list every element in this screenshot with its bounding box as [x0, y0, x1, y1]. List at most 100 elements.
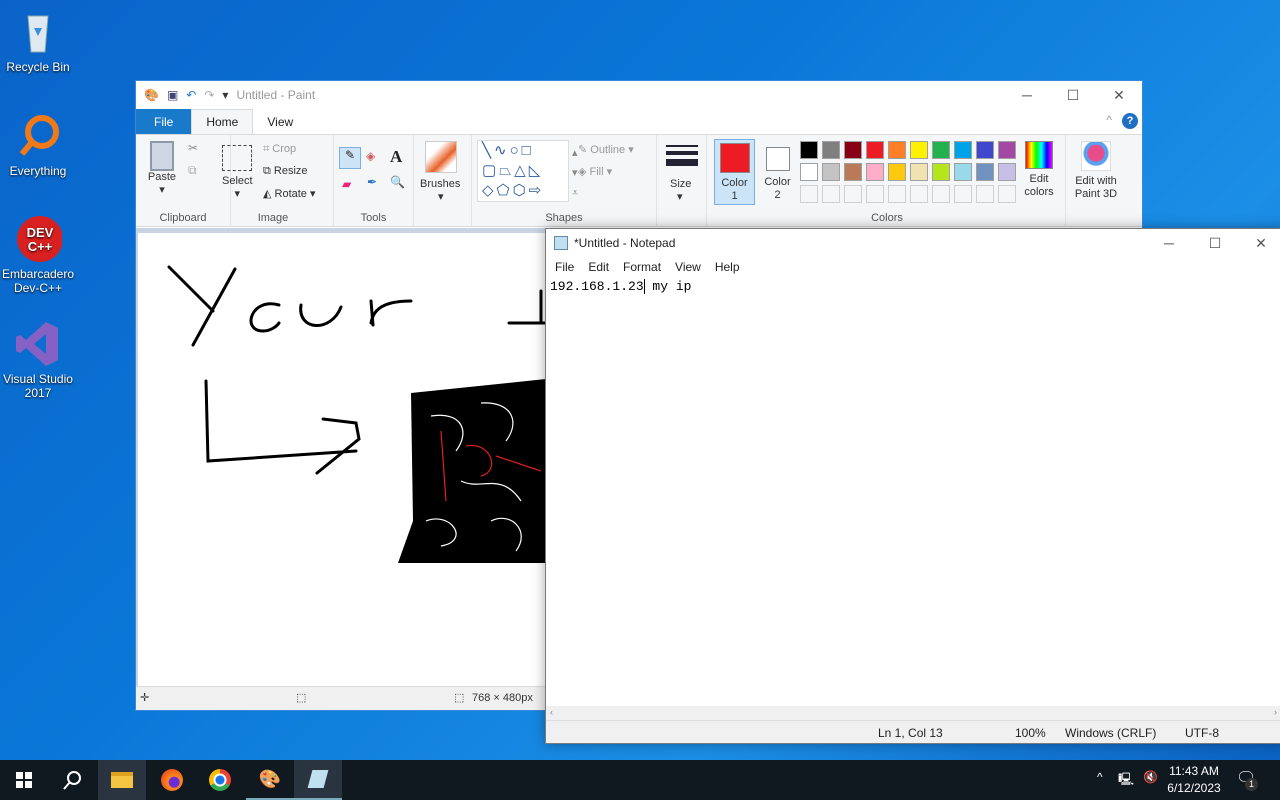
start-button[interactable] — [0, 760, 48, 800]
palette-swatch[interactable] — [910, 185, 928, 203]
fill-bucket-icon[interactable]: ◈ — [366, 149, 375, 163]
paste-button[interactable]: Paste ▾ — [146, 141, 178, 196]
palette-swatch[interactable] — [976, 163, 994, 181]
maximize-button[interactable]: ☐ — [1050, 81, 1096, 109]
rotate-button[interactable]: ◭ Rotate ▾ — [263, 187, 316, 200]
color2-button[interactable]: Color 2 — [757, 139, 798, 205]
eraser-icon[interactable]: ▰ — [342, 177, 351, 191]
color-spectrum-icon — [1025, 141, 1053, 169]
undo-icon[interactable]: ↶ — [186, 88, 196, 102]
notepad-minimize-button[interactable]: ─ — [1146, 229, 1192, 257]
tab-view[interactable]: View — [253, 109, 307, 134]
palette-swatch[interactable] — [954, 141, 972, 159]
color1-button[interactable]: Color 1 — [714, 139, 755, 205]
palette-swatch[interactable] — [954, 163, 972, 181]
magnifier-icon[interactable]: 🔍 — [390, 175, 405, 189]
tab-home[interactable]: Home — [191, 109, 254, 134]
pencil-icon[interactable]: ✎ — [339, 147, 361, 169]
palette-swatch[interactable] — [910, 141, 928, 159]
brushes-button[interactable]: Brushes ▾ — [414, 135, 472, 227]
customize-qat-icon[interactable]: ▾ — [222, 88, 228, 102]
paint-app-icon: 🎨 — [144, 88, 159, 102]
desktop-icon-devcpp[interactable]: DEV C++ Embarcadero Dev-C++ — [0, 215, 76, 295]
collapse-ribbon-icon[interactable]: ^ — [1106, 113, 1112, 127]
palette-swatch[interactable] — [866, 141, 884, 159]
clipboard-icon — [150, 141, 174, 171]
svg-text:C++: C++ — [28, 239, 53, 254]
palette-swatch[interactable] — [954, 185, 972, 203]
palette-swatch[interactable] — [910, 163, 928, 181]
crop-button[interactable]: ⌗ Crop — [263, 143, 296, 156]
chrome-button[interactable] — [196, 760, 244, 800]
show-hidden-icons-icon[interactable]: ^ — [1097, 770, 1103, 784]
palette-swatch[interactable] — [888, 141, 906, 159]
notepad-text-area[interactable]: 192.168.1.23 my ip — [550, 279, 691, 294]
palette-swatch[interactable] — [800, 141, 818, 159]
palette-swatch[interactable] — [932, 163, 950, 181]
tab-file[interactable]: File — [136, 109, 192, 134]
save-icon[interactable]: ▣ — [167, 88, 178, 102]
redo-icon[interactable]: ↷ — [204, 88, 214, 102]
menu-format[interactable]: Format — [616, 260, 668, 274]
search-button[interactable] — [48, 760, 96, 800]
notepad-close-button[interactable]: ✕ — [1238, 229, 1280, 257]
notepad-maximize-button[interactable]: ☐ — [1192, 229, 1238, 257]
palette-swatch[interactable] — [844, 185, 862, 203]
palette-swatch[interactable] — [998, 163, 1016, 181]
everything-search-icon — [14, 112, 62, 160]
palette-swatch[interactable] — [866, 185, 884, 203]
palette-swatch[interactable] — [976, 141, 994, 159]
palette-swatch[interactable] — [976, 185, 994, 203]
notepad-icon — [307, 770, 329, 788]
notifications-button[interactable]: 🗨 1 — [1236, 768, 1258, 791]
palette-swatch[interactable] — [998, 185, 1016, 203]
palette-swatch[interactable] — [866, 163, 884, 181]
desktop-icon-visual-studio[interactable]: Visual Studio 2017 — [0, 320, 76, 400]
clock[interactable]: 11:43 AM 6/12/2023 — [1166, 763, 1222, 797]
close-button[interactable]: ✕ — [1096, 81, 1142, 109]
horizontal-scrollbar[interactable]: ‹ › — [546, 706, 1280, 720]
shapes-gallery[interactable]: ╲∿○□ ▢⏢△◺ ◇⬠⬡⇨ — [477, 140, 569, 202]
select-button[interactable]: Select ▾ — [222, 145, 253, 200]
edit-colors-button[interactable]: Edit colors — [1019, 141, 1059, 199]
paint-taskbar-button[interactable]: 🎨 — [246, 760, 294, 800]
palette-swatch[interactable] — [800, 185, 818, 203]
firefox-button[interactable] — [148, 760, 196, 800]
network-icon[interactable]: 🖳 — [1118, 770, 1134, 791]
menu-file[interactable]: File — [548, 260, 581, 274]
palette-swatch[interactable] — [822, 141, 840, 159]
notepad-taskbar-button[interactable] — [294, 760, 342, 800]
desktop-icon-recycle-bin[interactable]: Recycle Bin — [0, 8, 76, 74]
minimize-button[interactable]: ─ — [1004, 81, 1050, 109]
file-explorer-button[interactable] — [98, 760, 146, 800]
line-size-icon — [666, 145, 698, 166]
desktop-icon-everything[interactable]: Everything — [0, 112, 76, 178]
palette-swatch[interactable] — [932, 141, 950, 159]
color-picker-icon[interactable]: ✒ — [367, 175, 377, 189]
menu-view[interactable]: View — [668, 260, 708, 274]
menu-edit[interactable]: Edit — [581, 260, 616, 274]
palette-swatch[interactable] — [800, 163, 818, 181]
palette-swatch[interactable] — [844, 163, 862, 181]
palette-swatch[interactable] — [932, 185, 950, 203]
copy-icon[interactable]: ⧉ — [188, 163, 197, 178]
palette-swatch[interactable] — [998, 141, 1016, 159]
palette-swatch[interactable] — [888, 163, 906, 181]
fill-button[interactable]: ◈ Fill ▾ — [578, 165, 612, 178]
palette-swatch[interactable] — [822, 163, 840, 181]
palette-swatch[interactable] — [888, 185, 906, 203]
edit-with-paint3d-button[interactable]: Edit with Paint 3D — [1069, 141, 1123, 201]
outline-button[interactable]: ✎ Outline ▾ — [578, 143, 634, 156]
help-icon[interactable]: ? — [1122, 113, 1138, 129]
palette-swatch[interactable] — [822, 185, 840, 203]
size-button[interactable]: Size ▾ — [657, 135, 707, 227]
palette-swatch[interactable] — [844, 141, 862, 159]
drawing-canvas[interactable] — [138, 233, 548, 688]
text-tool-icon[interactable]: A — [390, 147, 402, 167]
colors-group: Color 1 Color 2 Edit colors Colors Edit … — [707, 135, 1145, 227]
resize-button[interactable]: ⧉ Resize — [263, 165, 308, 178]
volume-muted-icon[interactable]: 🔇 — [1143, 770, 1158, 784]
cut-icon[interactable]: ✂ — [188, 141, 198, 155]
cursor-position-icon: ✛ — [140, 692, 150, 704]
menu-help[interactable]: Help — [708, 260, 747, 274]
